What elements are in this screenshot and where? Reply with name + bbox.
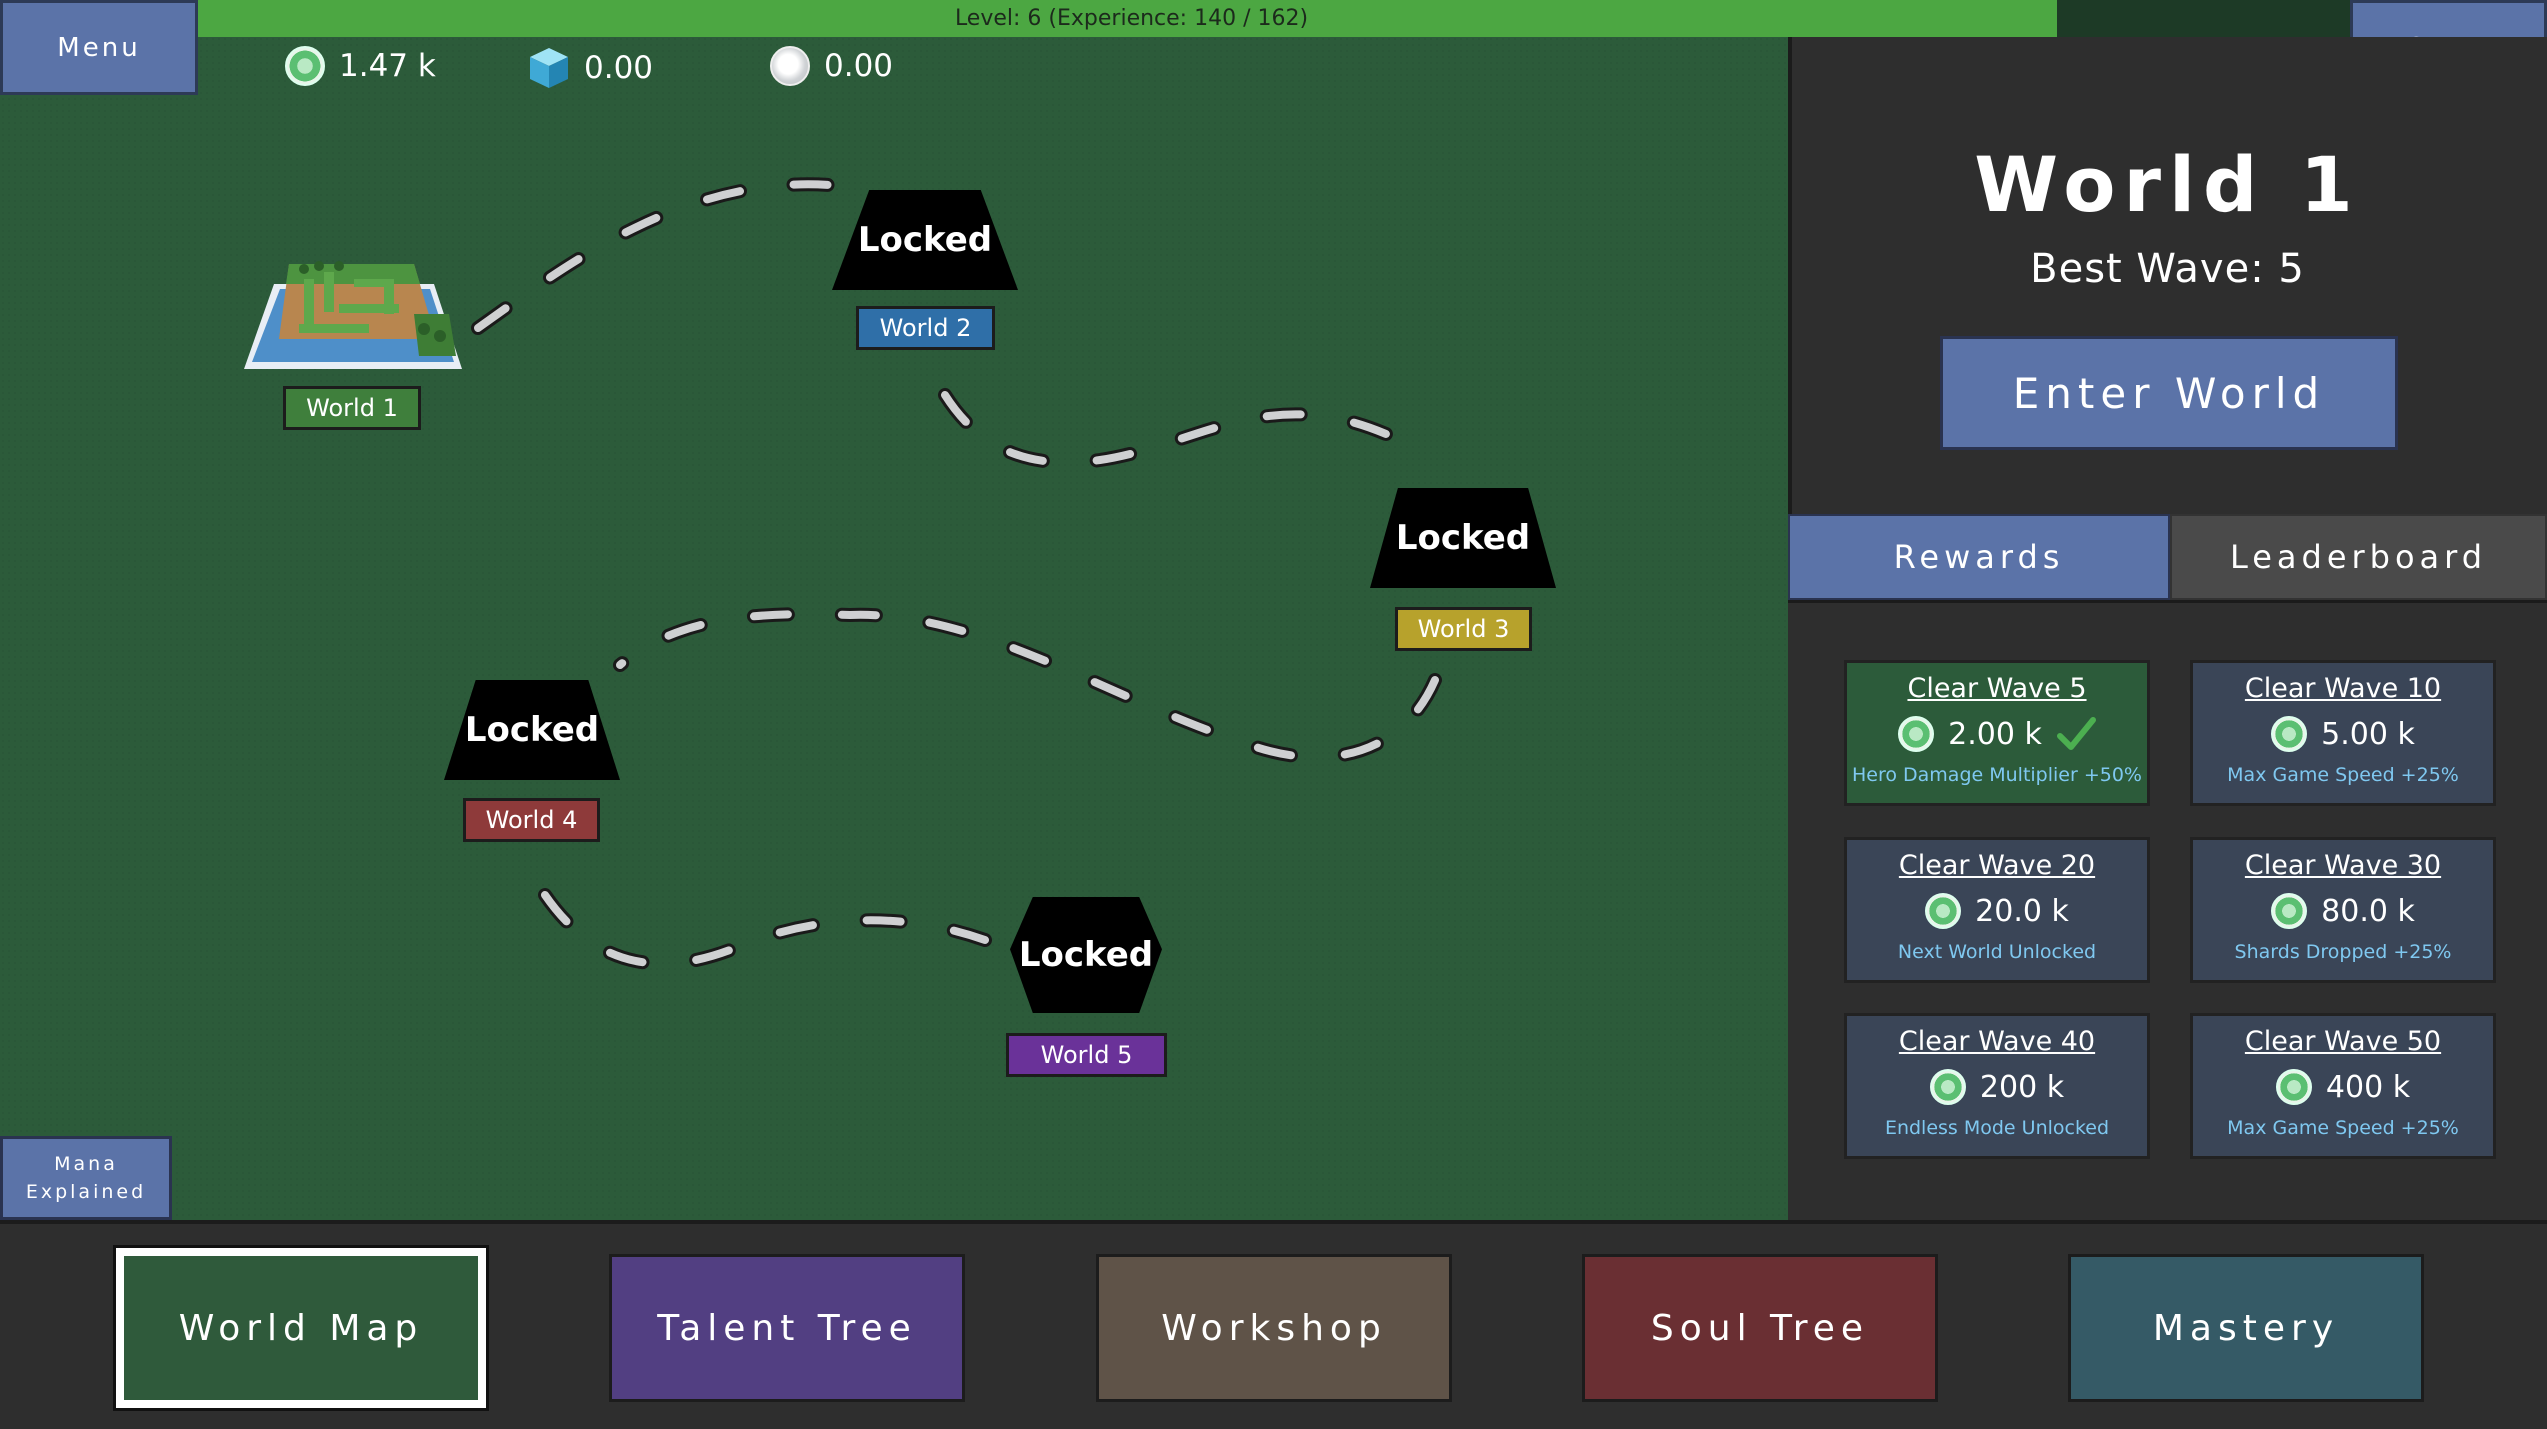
reward-card: Clear Wave 50 400 k Max Game Speed +25% xyxy=(2190,1013,2496,1159)
tab-leaderboard[interactable]: Leaderboard xyxy=(2170,514,2547,600)
reward-title: Clear Wave 50 xyxy=(2244,1026,2442,1057)
best-wave-text: Best Wave: 5 xyxy=(2030,246,2305,292)
reward-description: Shards Dropped +25% xyxy=(2234,941,2452,963)
world-2-label[interactable]: World 2 xyxy=(856,306,995,350)
enter-world-button[interactable]: Enter World xyxy=(1940,336,2398,450)
currency-souls-value: 0.00 xyxy=(824,48,894,84)
reward-card: Clear Wave 5 2.00 k Hero Damage Multipli… xyxy=(1844,660,2150,806)
tab-rewards[interactable]: Rewards xyxy=(1788,514,2170,600)
green-orb-icon xyxy=(2275,1069,2312,1105)
reward-amount: 2.00 k xyxy=(1948,716,2042,752)
blue-cube-icon xyxy=(530,48,568,88)
currency-mana-value: 1.47 k xyxy=(339,48,436,84)
world-3-locked-node[interactable]: Locked xyxy=(1370,488,1556,588)
reward-amount: 5.00 k xyxy=(2321,716,2415,752)
reward-description: Next World Unlocked xyxy=(1897,941,2097,963)
world-5-locked-node[interactable]: Locked xyxy=(1010,897,1162,1013)
experience-text: Level: 6 (Experience: 140 / 162) xyxy=(954,6,1309,31)
currency-souls: 0.00 xyxy=(770,46,893,86)
world-4-label[interactable]: World 4 xyxy=(463,798,600,842)
reward-amount: 80.0 k xyxy=(2321,893,2415,929)
reward-description: Max Game Speed +25% xyxy=(2227,764,2459,786)
reward-title: Clear Wave 10 xyxy=(2244,673,2442,704)
mana-explained-button[interactable]: Mana Explained xyxy=(0,1136,172,1220)
world-3-label[interactable]: World 3 xyxy=(1395,607,1532,651)
currency-mana: 1.47 k xyxy=(285,46,436,86)
reward-card: Clear Wave 30 80.0 k Shards Dropped +25% xyxy=(2190,837,2496,983)
mana-explained-line2: Explained xyxy=(25,1181,147,1203)
mana-explained-line1: Mana xyxy=(54,1153,118,1175)
white-orb-icon xyxy=(770,46,810,86)
reward-description: Endless Mode Unlocked xyxy=(1884,1117,2110,1139)
checkmark-icon xyxy=(2056,717,2096,750)
nav-talent-tree[interactable]: Talent Tree xyxy=(609,1254,965,1402)
reward-title: Clear Wave 20 xyxy=(1898,850,2096,881)
reward-amount: 200 k xyxy=(1979,1069,2065,1105)
reward-title: Clear Wave 30 xyxy=(2244,850,2442,881)
green-orb-icon xyxy=(285,46,325,86)
reward-description: Hero Damage Multiplier +50% xyxy=(1851,764,2142,786)
world-title: World 1 xyxy=(1974,140,2361,229)
reward-title: Clear Wave 5 xyxy=(1907,673,2087,704)
currency-cubes: 0.00 xyxy=(528,46,653,90)
world-4-locked-text: Locked xyxy=(464,710,600,750)
world-1-label[interactable]: World 1 xyxy=(283,386,421,430)
green-orb-icon xyxy=(2271,893,2308,929)
world-1-island-image[interactable] xyxy=(244,244,462,374)
currency-cubes-value: 0.00 xyxy=(584,50,654,86)
world-3-locked-text: Locked xyxy=(1395,518,1531,558)
reward-description: Max Game Speed +25% xyxy=(2227,1117,2459,1139)
green-orb-icon xyxy=(1929,1069,1966,1105)
nav-world-map[interactable]: World Map xyxy=(116,1248,486,1408)
green-orb-icon xyxy=(1898,716,1935,752)
green-orb-icon xyxy=(1925,893,1962,929)
reward-card: Clear Wave 20 20.0 k Next World Unlocked xyxy=(1844,837,2150,983)
reward-card: Clear Wave 10 5.00 k Max Game Speed +25% xyxy=(2190,660,2496,806)
nav-workshop[interactable]: Workshop xyxy=(1096,1254,1452,1402)
nav-mastery[interactable]: Mastery xyxy=(2068,1254,2424,1402)
nav-soul-tree[interactable]: Soul Tree xyxy=(1582,1254,1938,1402)
green-orb-icon xyxy=(2271,716,2308,752)
reward-card: Clear Wave 40 200 k Endless Mode Unlocke… xyxy=(1844,1013,2150,1159)
reward-amount: 400 k xyxy=(2325,1069,2411,1105)
world-5-locked-text: Locked xyxy=(1018,935,1154,975)
menu-button[interactable]: Menu xyxy=(0,0,198,95)
reward-amount: 20.0 k xyxy=(1975,893,2069,929)
world-2-locked-text: Locked xyxy=(857,220,993,260)
reward-title: Clear Wave 40 xyxy=(1898,1026,2096,1057)
world-5-label[interactable]: World 5 xyxy=(1006,1033,1167,1077)
